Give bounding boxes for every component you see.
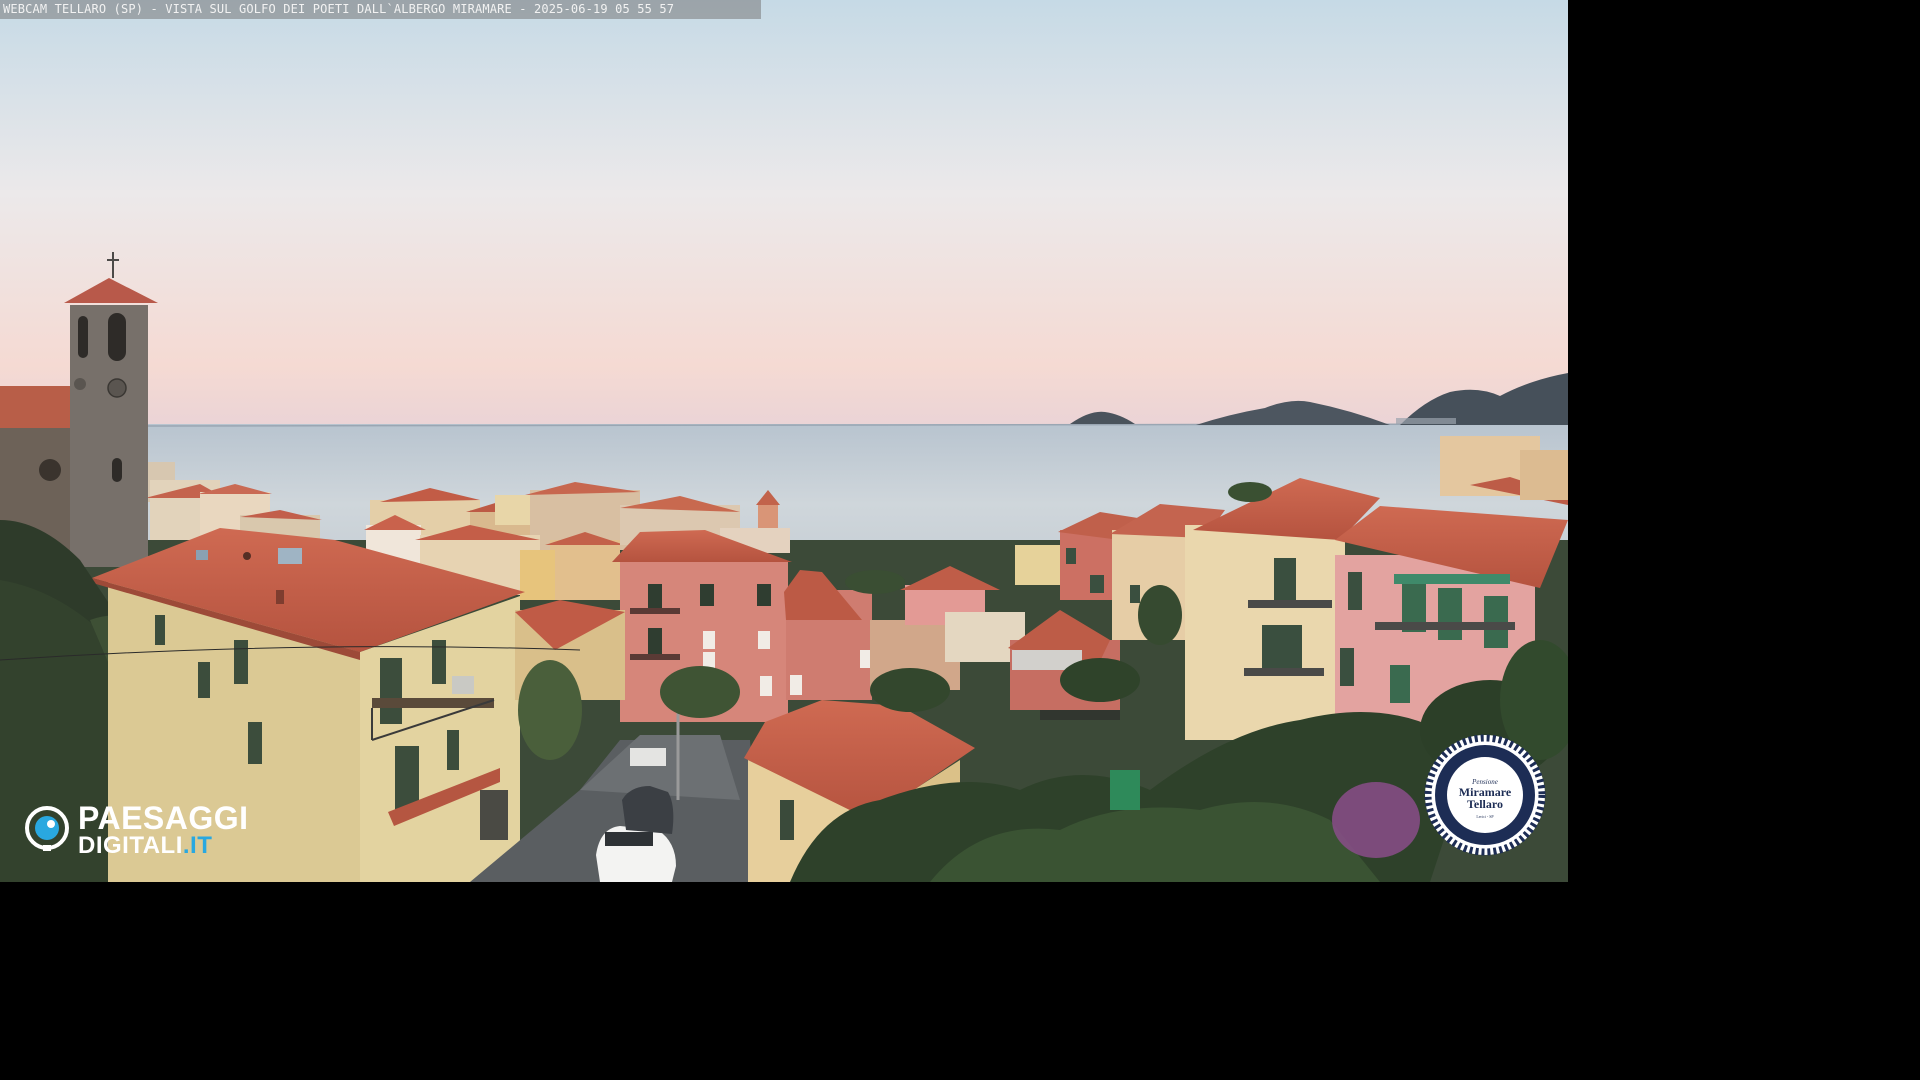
badge-line-2: Tellaro [1466,797,1503,811]
paesaggi-digitali-logo: PAESAGGI DIGITALI.IT [22,800,282,864]
landscape-illustration [0,0,1568,882]
eye-icon [25,806,69,851]
logo-line-2-main: DIGITALI [78,832,183,859]
logo-line-2: DIGITALI.IT [78,832,212,860]
badge-subtext: Lerici - SP [1476,814,1494,819]
webcam-scene [0,0,1568,882]
sky [0,0,1568,430]
logo-line-2-tld: .IT [182,832,213,859]
miramare-tellaro-badge: Pensione Miramare Tellaro Lerici - SP [1424,734,1546,856]
badge-text: Pensione Miramare Tellaro Lerici - SP [1424,734,1546,856]
webcam-caption: WEBCAM TELLARO (SP) - VISTA SUL GOLFO DE… [0,0,761,19]
